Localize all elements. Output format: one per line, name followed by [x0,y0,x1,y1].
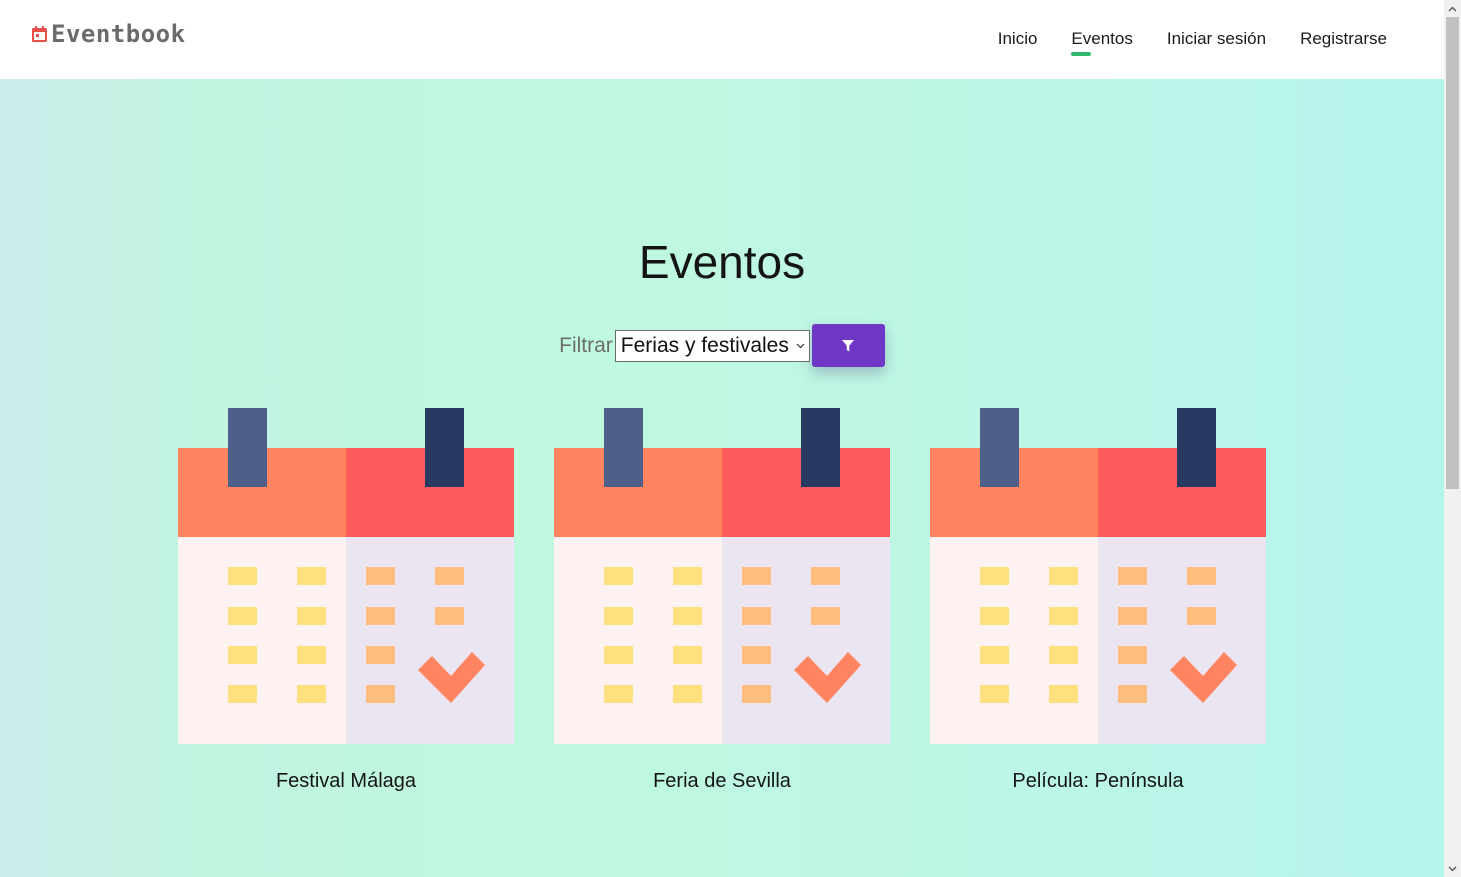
page-title: Eventos [638,236,806,288]
event-card[interactable]: Feria de Sevilla [554,408,890,793]
top-navbar: Eventbook Inicio Eventos Iniciar sesión … [0,0,1444,79]
apply-filter-button[interactable] [811,324,885,367]
filter-label: Filtrar [559,333,613,357]
nav-link-eventos[interactable]: Eventos [1054,28,1149,56]
vertical-scrollbar[interactable] [1444,0,1461,877]
brand-logo[interactable]: Eventbook [31,20,186,48]
brand-name: Eventbook [51,20,186,48]
event-title[interactable]: Feria de Sevilla [554,770,890,793]
calendar-icon [178,408,514,744]
category-select[interactable]: Ferias y festivales [614,329,810,362]
main-nav: Inicio Eventos Iniciar sesión Registrars… [981,28,1404,56]
event-title[interactable]: Festival Málaga [178,770,514,793]
chevron-down-icon [796,340,805,352]
scroll-down-arrow-icon[interactable] [1444,860,1461,877]
calendar-icon [554,408,890,744]
nav-link-inicio[interactable]: Inicio [981,28,1055,50]
nav-link-registrarse[interactable]: Registrarse [1283,28,1404,50]
scroll-up-arrow-icon[interactable] [1444,0,1461,17]
calendar-icon [930,408,1266,744]
event-card[interactable]: Película: Península [930,408,1266,793]
calendar-logo-icon [32,25,47,42]
nav-link-iniciar-sesion[interactable]: Iniciar sesión [1150,28,1283,50]
scrollbar-thumb[interactable] [1446,17,1459,489]
event-title[interactable]: Película: Península [930,770,1266,793]
event-card[interactable]: Festival Málaga [178,408,514,793]
filter-bar: Filtrar Ferias y festivales [0,324,1444,367]
page: Eventbook Inicio Eventos Iniciar sesión … [0,0,1461,877]
filter-icon [842,339,855,351]
category-select-value: Ferias y festivales [620,333,789,357]
events-section: Eventos Filtrar Ferias y festivales Fest… [0,79,1444,877]
